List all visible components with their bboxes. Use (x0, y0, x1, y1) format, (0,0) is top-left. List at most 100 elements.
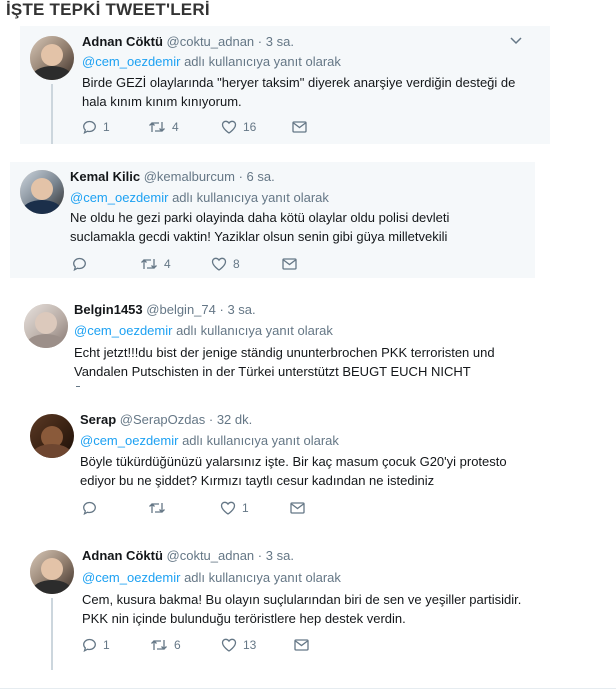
tweet-header: Kemal Kilic @kemalburcum · 6 sa. (70, 169, 275, 184)
tweet-header: Belgin1453 @belgin_74 · 3 sa. (74, 302, 256, 317)
like-button[interactable]: 16 (221, 119, 256, 134)
retweet-icon (149, 502, 165, 513)
reply-icon (83, 638, 96, 652)
reply-count: 1 (103, 637, 110, 652)
reply-context-text: adlı kullanıcıya yanıt olarak (184, 54, 341, 69)
heart-icon (220, 501, 236, 515)
reply-button[interactable] (72, 256, 93, 271)
retweet-count: 6 (174, 637, 181, 652)
retweet-icon (141, 258, 157, 269)
retweet-button[interactable]: 4 (140, 256, 171, 271)
retweet-count: 4 (164, 256, 171, 271)
tweet-header: Adnan Cöktü @coktu_adnan · 3 sa. (82, 548, 294, 563)
envelope-icon (292, 121, 307, 133)
dm-button[interactable] (292, 119, 307, 133)
tweet-actions: 1 4 16 (82, 119, 522, 135)
tweet-text: Birde GEZİ olaylarında "heryer taksim" d… (82, 75, 516, 109)
tweet-actions: 1 6 13 (82, 637, 522, 653)
like-button[interactable]: 13 (221, 637, 256, 652)
avatar[interactable] (30, 36, 74, 80)
like-count: 1 (242, 500, 249, 515)
tweet-header: Adnan Cöktü @coktu_adnan · 3 sa. (82, 34, 294, 49)
reply-button[interactable]: 1 (82, 637, 110, 652)
bottom-divider (0, 688, 616, 689)
like-button[interactable]: 1 (220, 500, 249, 515)
mention-link[interactable]: @cem_oezdemir (82, 54, 180, 69)
dm-button[interactable] (294, 637, 309, 651)
heart-icon (221, 638, 237, 652)
user-handle[interactable]: @belgin_74 (146, 302, 216, 317)
reply-icon (83, 501, 96, 515)
like-button[interactable]: 8 (211, 256, 240, 271)
like-count: 16 (243, 119, 257, 134)
reply-button[interactable]: 1 (82, 119, 110, 134)
avatar[interactable] (20, 170, 64, 214)
thread-line (51, 598, 53, 670)
page-heading: İŞTE TEPKİ TWEET'LERİ (6, 0, 210, 19)
tweet-text: Cem, kusura bakma! Bu olayın suçlularınd… (82, 592, 522, 626)
user-handle[interactable]: @coktu_adnan (167, 548, 255, 563)
retweet-button[interactable] (148, 500, 172, 515)
user-name[interactable]: Adnan Cöktü (82, 34, 163, 49)
avatar[interactable] (30, 550, 74, 594)
envelope-icon (294, 639, 309, 651)
mention-link[interactable]: @cem_oezdemir (70, 190, 168, 205)
avatar[interactable] (24, 304, 68, 348)
tweet-time[interactable]: 3 sa. (266, 548, 294, 563)
user-name[interactable]: Serap (80, 412, 116, 427)
reply-button[interactable] (82, 500, 103, 515)
user-name[interactable]: Adnan Cöktü (82, 548, 163, 563)
user-name[interactable]: Kemal Kilic (70, 169, 140, 184)
user-handle[interactable]: @kemalburcum (144, 169, 235, 184)
reply-context-text: adlı kullanıcıya yanıt olarak (182, 433, 339, 448)
reply-context-text: adlı kullanıcıya yanıt olarak (184, 570, 341, 585)
truncated-mark (76, 386, 80, 387)
dm-button[interactable] (290, 500, 305, 514)
tweet-time[interactable]: 3 sa. (266, 34, 294, 49)
tweet-text: Böyle tükürdüğünüzü yalarsınız işte. Bir… (80, 454, 507, 488)
retweet-button[interactable]: 4 (148, 119, 179, 134)
separator-dot: · (208, 412, 214, 427)
reply-context: @cem_oezdemir adlı kullanıcıya yanıt ola… (70, 190, 329, 205)
tweet-actions: 1 (82, 500, 522, 516)
retweet-button[interactable]: 6 (150, 637, 181, 652)
like-count: 8 (233, 256, 240, 271)
retweet-count: 4 (172, 119, 179, 134)
heart-icon (221, 120, 237, 134)
dm-button[interactable] (282, 256, 297, 270)
mention-link[interactable]: @cem_oezdemir (80, 433, 178, 448)
user-name[interactable]: Belgin1453 (74, 302, 143, 317)
thread-line (51, 84, 53, 144)
avatar[interactable] (30, 414, 74, 458)
tweet-card[interactable]: Serap @SerapOzdas · 32 dk. @cem_oezdemir… (20, 404, 556, 524)
tweet-time[interactable]: 3 sa. (227, 302, 255, 317)
tweet-header: Serap @SerapOzdas · 32 dk. (80, 412, 252, 427)
tweet-actions: 4 8 (72, 256, 512, 272)
retweet-icon (149, 121, 165, 132)
reply-icon (83, 120, 96, 134)
mention-link[interactable]: @cem_oezdemir (82, 570, 180, 585)
like-count: 13 (243, 637, 257, 652)
separator-dot: · (219, 302, 224, 317)
user-handle[interactable]: @coktu_adnan (167, 34, 255, 49)
reply-context: @cem_oezdemir adlı kullanıcıya yanıt ola… (74, 323, 333, 338)
mention-link[interactable]: @cem_oezdemir (74, 323, 172, 338)
chevron-down-icon[interactable] (510, 36, 522, 48)
reply-context-text: adlı kullanıcıya yanıt olarak (172, 190, 329, 205)
tweet-card[interactable]: Kemal Kilic @kemalburcum · 6 sa. @cem_oe… (10, 162, 535, 278)
reply-context-text: adlı kullanıcıya yanıt olarak (176, 323, 333, 338)
tweet-time[interactable]: 6 sa. (247, 169, 275, 184)
tweet-time[interactable]: 32 dk. (217, 412, 252, 427)
retweet-icon (151, 639, 167, 650)
reply-context: @cem_oezdemir adlı kullanıcıya yanıt ola… (82, 54, 341, 69)
envelope-icon (290, 502, 305, 514)
reply-icon (73, 257, 86, 271)
tweet-card[interactable]: Belgin1453 @belgin_74 · 3 sa. @cem_oezde… (14, 294, 554, 394)
reply-count: 1 (103, 119, 110, 134)
separator-dot: · (238, 169, 243, 184)
reply-context: @cem_oezdemir adlı kullanıcıya yanıt ola… (80, 433, 339, 448)
tweet-card[interactable]: Adnan Cöktü @coktu_adnan · 3 sa. @cem_oe… (20, 540, 556, 670)
user-handle[interactable]: @SerapOzdas (120, 412, 205, 427)
tweet-card[interactable]: Adnan Cöktü @coktu_adnan · 3 sa. @cem_oe… (20, 26, 550, 144)
separator-dot: · (257, 34, 263, 49)
